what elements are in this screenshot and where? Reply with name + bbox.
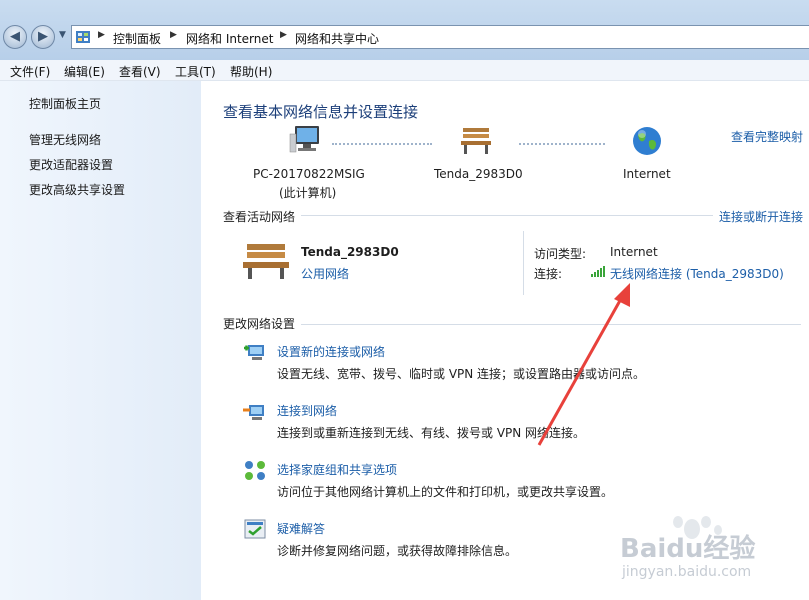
address-bar-area: ◀ ▶ ▼ ▶ 控制面板 ▶ 网络和 Internet ▶ 网络和共享中心 (0, 0, 809, 60)
network-type-link[interactable]: 公用网络 (301, 265, 349, 282)
address-bar[interactable]: ▶ 控制面板 ▶ 网络和 Internet ▶ 网络和共享中心 (71, 25, 809, 49)
computer-sub-label: (此计算机) (279, 186, 337, 200)
breadcrumb-network-internet[interactable]: 网络和 Internet (186, 30, 273, 47)
task-troubleshoot-link[interactable]: 疑难解答 (277, 520, 325, 537)
wifi-signal-icon (591, 266, 605, 277)
watermark-brand: Baidu经验 (620, 534, 756, 564)
menu-view[interactable]: 查看(V) (119, 63, 161, 80)
menu-file[interactable]: 文件(F) (10, 63, 50, 80)
change-settings-header: 更改网络设置 (223, 317, 296, 331)
connect-disconnect-link[interactable]: 连接或断开连接 (719, 208, 803, 225)
task-homegroup-link[interactable]: 选择家庭组和共享选项 (277, 461, 397, 478)
homegroup-icon (245, 461, 265, 480)
control-panel-icon (76, 31, 90, 43)
breadcrumb-separator[interactable]: ▶ (98, 30, 105, 40)
computer-name: PC-20170822MSIG (253, 167, 365, 181)
map-connector-line (519, 143, 605, 145)
troubleshoot-icon (244, 519, 266, 539)
task-troubleshoot-desc: 诊断并修复网络问题，或获得故障排除信息。 (277, 544, 518, 558)
computer-icon[interactable] (289, 124, 323, 158)
new-connection-icon (244, 345, 264, 360)
active-networks-header: 查看活动网络 (223, 210, 296, 224)
active-network-name: Tenda_2983D0 (301, 245, 399, 259)
connect-network-icon (243, 405, 264, 420)
breadcrumb-separator[interactable]: ▶ (170, 30, 177, 40)
globe-icon[interactable] (631, 125, 663, 157)
page-title: 查看基本网络信息并设置连接 (223, 103, 419, 121)
sidebar-item-manage-wireless[interactable]: 管理无线网络 (29, 131, 101, 148)
arrow-right-icon: ▶ (38, 29, 48, 44)
bench-network-icon (243, 244, 289, 279)
access-type-value: Internet (610, 245, 658, 259)
task-homegroup-desc: 访问位于其他网络计算机上的文件和打印机，或更改共享设置。 (277, 485, 614, 499)
breadcrumb-control-panel[interactable]: 控制面板 (113, 30, 161, 47)
router-name: Tenda_2983D0 (434, 167, 523, 181)
recent-pages-dropdown[interactable]: ▼ (59, 30, 66, 40)
breadcrumb-separator[interactable]: ▶ (280, 30, 287, 40)
section-divider (301, 215, 713, 216)
menu-bar: 文件(F) 编辑(E) 查看(V) 工具(T) 帮助(H) (0, 60, 809, 81)
menu-edit[interactable]: 编辑(E) (64, 63, 105, 80)
task-connect-network-link[interactable]: 连接到网络 (277, 402, 337, 419)
forward-button[interactable]: ▶ (31, 25, 55, 49)
breadcrumb-network-sharing-center[interactable]: 网络和共享中心 (295, 30, 379, 47)
watermark-url: jingyan.baidu.com (622, 564, 752, 580)
back-button[interactable]: ◀ (3, 25, 27, 49)
sidebar-item-adapter-settings[interactable]: 更改适配器设置 (29, 156, 113, 173)
sidebar-item-control-panel-home[interactable]: 控制面板主页 (29, 95, 101, 112)
map-connector-line (332, 143, 432, 145)
sidebar-item-advanced-sharing[interactable]: 更改高级共享设置 (29, 181, 125, 198)
internet-label: Internet (623, 167, 671, 181)
arrow-left-icon: ◀ (10, 29, 20, 44)
annotation-arrow (537, 283, 630, 446)
access-type-label: 访问类型: (534, 247, 587, 261)
sidebar: 控制面板主页 管理无线网络 更改适配器设置 更改高级共享设置 (0, 81, 201, 600)
menu-tools[interactable]: 工具(T) (175, 63, 216, 80)
vertical-divider (523, 231, 524, 295)
menu-help[interactable]: 帮助(H) (230, 63, 272, 80)
bench-router-icon[interactable] (459, 126, 493, 156)
view-full-map-link[interactable]: 查看完整映射 (731, 128, 803, 145)
task-new-connection-link[interactable]: 设置新的连接或网络 (277, 343, 385, 360)
